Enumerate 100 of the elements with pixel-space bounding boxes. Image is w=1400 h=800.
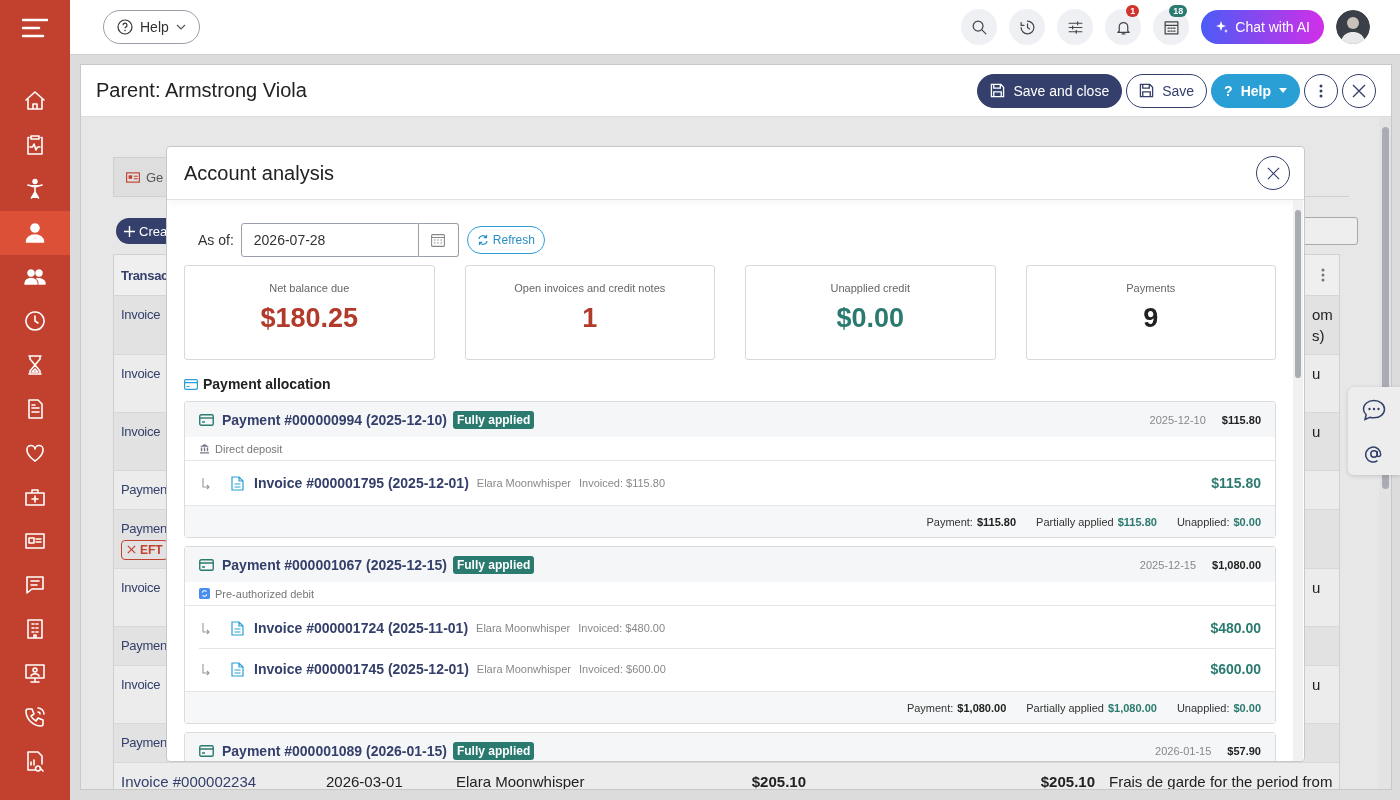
refresh-button[interactable]: Refresh	[466, 226, 545, 254]
id-card-icon	[126, 171, 140, 183]
more-button[interactable]	[1304, 73, 1338, 108]
child-name: Elara Moonwhisper	[476, 477, 571, 489]
sliders-button[interactable]	[1057, 9, 1094, 45]
clock-icon	[23, 309, 47, 333]
payment-title[interactable]: Payment #000001089 (2026-01-15)	[222, 742, 447, 759]
refresh-icon	[476, 234, 489, 246]
total-value: $1,080.00	[1107, 701, 1157, 714]
calendar-icon	[431, 233, 446, 247]
indent-arrow-icon	[201, 476, 211, 490]
save-button[interactable]: Save and close	[977, 73, 1123, 108]
date-field[interactable]: 2026-07-28	[240, 223, 419, 257]
section-title: Payment allocation	[203, 376, 331, 392]
page-title: Parent: Armstrong Viola	[96, 79, 307, 102]
save-button[interactable]: Save	[1126, 73, 1208, 108]
debit-icon	[199, 588, 210, 599]
avatar[interactable]	[1336, 10, 1370, 44]
mention-button[interactable]	[1365, 445, 1383, 463]
scrollbar[interactable]	[1293, 200, 1303, 761]
stat-value: $0.00	[836, 303, 905, 334]
save-icon	[1139, 83, 1155, 98]
payment-title[interactable]: Payment #000000994 (2025-12-10)	[222, 411, 447, 428]
total-label: Unapplied:	[1176, 515, 1230, 528]
card-icon	[199, 744, 214, 757]
child-name: Elara Moonwhisper	[476, 663, 571, 675]
payment-amount: $1,080.00	[1212, 558, 1261, 571]
total-value: $1,080.00	[957, 701, 1007, 714]
total-value: $0.00	[1233, 515, 1261, 528]
table-cell: 2026-03-01	[319, 763, 449, 789]
payment-date: 2025-12-10	[1149, 413, 1206, 426]
bank-icon	[199, 443, 210, 454]
chat-icon	[23, 573, 47, 597]
card-icon	[199, 558, 214, 571]
status-badge: Fully applied	[452, 555, 535, 574]
stat-value: 1	[582, 303, 598, 334]
sparkle-icon	[1215, 20, 1230, 34]
invoiced-amount: Invoiced: $480.00	[578, 622, 666, 634]
close-icon	[1266, 166, 1280, 180]
more-icon	[1319, 83, 1323, 98]
stat-label: Unapplied credit	[830, 282, 910, 294]
stat-value: $180.25	[260, 303, 359, 334]
table-cell: $205.10	[699, 763, 813, 789]
payment-amount: $57.90	[1227, 744, 1261, 757]
indent-arrow-icon	[201, 621, 211, 635]
search-icon	[970, 18, 988, 36]
chat-with-ai-button[interactable]: Chat with AI	[1201, 10, 1324, 44]
stat-label: Open invoices and credit notes	[514, 282, 666, 294]
count-badge: 1	[1126, 5, 1140, 17]
close-button[interactable]	[1256, 156, 1290, 190]
applied-amount: $115.80	[1211, 475, 1261, 491]
payment-amount: $115.80	[1221, 413, 1261, 426]
search-button[interactable]	[961, 9, 998, 45]
total-label: Payment:	[926, 515, 973, 528]
comments-button[interactable]	[1362, 399, 1386, 421]
caret-icon	[1279, 88, 1287, 93]
question-icon: ?	[1224, 82, 1233, 99]
card-icon	[184, 378, 198, 390]
sidebar-item[interactable]	[0, 211, 70, 255]
history-button[interactable]	[1009, 9, 1046, 45]
total-label: Unapplied:	[1176, 701, 1230, 714]
at-sign-icon	[1365, 445, 1383, 463]
status-badge: Fully applied	[452, 741, 535, 760]
total-value: $115.80	[1117, 515, 1157, 528]
stat-label: Payments	[1126, 282, 1176, 294]
calendar-icon	[1162, 18, 1180, 36]
total-value: $0.00	[1233, 701, 1261, 714]
person-icon	[23, 221, 47, 245]
save-icon	[990, 83, 1006, 98]
x-icon	[126, 544, 137, 555]
total-value: $115.80	[976, 515, 1017, 528]
stat-label: Net balance due	[269, 282, 350, 294]
payment-title[interactable]: Payment #000001067 (2025-12-15)	[222, 556, 447, 573]
document-icon	[231, 620, 244, 636]
help-icon	[117, 19, 133, 35]
chat-bubble-icon	[1362, 399, 1386, 421]
invoice-link[interactable]: Invoice #000001724 (2025-11-01)	[254, 620, 469, 636]
payment-method: Pre-authorized debit	[215, 587, 315, 600]
close-button[interactable]	[1342, 73, 1376, 108]
chevron-icon	[175, 24, 186, 30]
document-icon	[231, 661, 244, 677]
invoice-link[interactable]: Invoice #000001795 (2025-12-01)	[254, 475, 469, 491]
total-label: Partially applied	[1026, 701, 1104, 714]
count-badge: 18	[1169, 5, 1188, 17]
invoice-link[interactable]: Invoice #000001745 (2025-12-01)	[254, 661, 469, 677]
document-icon	[231, 475, 244, 491]
home-icon	[23, 89, 47, 113]
status-badge: Fully applied	[452, 410, 535, 429]
transaction-link[interactable]: Invoice #000002234	[121, 771, 312, 789]
plus-icon	[124, 225, 135, 237]
presentation-icon	[23, 661, 47, 685]
payment-date: 2026-01-15	[1155, 744, 1212, 757]
total-label: Payment:	[906, 701, 954, 714]
help-dropdown[interactable]: Help	[103, 10, 200, 44]
child-name: Elara Moonwhisper	[476, 622, 571, 634]
payment-method: Direct deposit	[215, 442, 283, 455]
calendar-button[interactable]	[418, 223, 459, 257]
phone-icon	[23, 705, 47, 729]
more-icon[interactable]	[1321, 268, 1325, 282]
card-icon	[199, 413, 214, 426]
